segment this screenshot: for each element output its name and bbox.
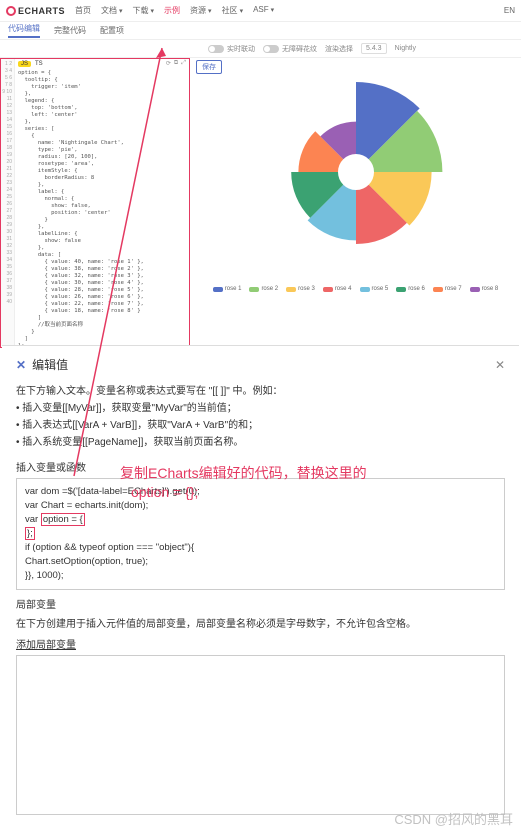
nav-docs[interactable]: 文档 <box>101 5 123 16</box>
expand-icon[interactable]: ⤢ <box>181 60 186 67</box>
line-gutter: 1 2 3 4 5 6 7 8 9 10 11 12 13 14 15 16 1… <box>1 59 15 347</box>
label-insert-var: 插入变量或函数 <box>16 459 505 474</box>
legend-item[interactable]: rose 3 <box>286 286 315 292</box>
close-icon[interactable]: ✕ <box>495 358 505 372</box>
dialog-intro: 在下方输入文本。变量名称或表达式要写在 "[[ ]]" 中。例如：• 插入变量[… <box>16 383 505 451</box>
tab-ts[interactable]: TS <box>35 61 43 67</box>
workspace: 1 2 3 4 5 6 7 8 9 10 11 12 13 14 15 16 1… <box>0 58 521 348</box>
nav-asf[interactable]: ASF <box>253 5 274 16</box>
save-button[interactable]: 保存 <box>196 60 222 74</box>
tab-js[interactable]: JS <box>18 61 31 67</box>
tab-code-edit[interactable]: 代码编辑 <box>8 23 40 38</box>
nav-examples[interactable]: 示例 <box>164 5 180 16</box>
nav-download[interactable]: 下载 <box>133 5 155 16</box>
dialog-header: ✕ 编辑值 ✕ <box>16 356 505 373</box>
nav-community[interactable]: 社区 <box>222 5 244 16</box>
code-editor[interactable]: 1 2 3 4 5 6 7 8 9 10 11 12 13 14 15 16 1… <box>0 58 190 348</box>
edit-value-dialog: ✕ 编辑值 ✕ 在下方输入文本。变量名称或表达式要写在 "[[ ]]" 中。例如… <box>2 345 519 832</box>
sub-tabs: 代码编辑 完整代码 配置项 <box>0 22 521 40</box>
editor-toolbar: ⟳ ⧉ ⤢ <box>166 60 186 67</box>
dialog-icon: ✕ <box>16 358 26 372</box>
legend-item[interactable]: rose 8 <box>470 286 499 292</box>
local-var-box[interactable] <box>16 655 505 815</box>
chart-legend: rose 1 rose 2 rose 3 rose 4 rose 5 rose 6 rose… <box>194 286 517 292</box>
legend-item[interactable]: rose 1 <box>213 286 242 292</box>
tab-options[interactable]: 配置项 <box>100 25 124 36</box>
option-bar: 实时联动 无障碍花纹 渲染选择 5.4.3 Nightly <box>0 40 521 58</box>
chart-preview: 保存 rose 1rose 2rose 3rose 4rose 5rose 6r… <box>190 58 521 348</box>
logo-icon <box>6 6 16 16</box>
logo[interactable]: ECHARTS <box>6 6 65 16</box>
local-var-desc: 在下方创建用于插入元件值的局部变量，局部变量名称必须是字母数字，不允许包含空格。 <box>16 615 505 630</box>
nav-resources[interactable]: 资源 <box>190 5 212 16</box>
legend-item[interactable]: rose 5 <box>360 286 389 292</box>
top-bar: ECHARTS 首页 文档 下载 示例 资源 社区 ASF EN <box>0 0 521 22</box>
label-local-var: 局部变量 <box>16 596 505 611</box>
select-version[interactable]: 5.4.3 <box>361 43 387 54</box>
label-render: 渲染选择 <box>325 44 353 54</box>
toggle-decal[interactable]: 无障碍花纹 <box>263 44 317 54</box>
legend-item[interactable]: rose 7 <box>433 286 462 292</box>
editor-head: JS TS ⟳ ⧉ ⤢ <box>15 59 189 68</box>
dialog-title: 编辑值 <box>32 356 68 373</box>
legend-item[interactable]: rose 2 <box>249 286 278 292</box>
label-channel: Nightly <box>395 45 416 52</box>
logo-text: ECHARTS <box>18 6 65 16</box>
watermark: CSDN @招风的黑耳 <box>394 809 513 828</box>
tab-full-code[interactable]: 完整代码 <box>54 25 86 36</box>
code-input[interactable]: var dom =$('[data-label=ECharts]').get(0… <box>16 478 505 590</box>
legend-item[interactable]: rose 4 <box>323 286 352 292</box>
rose-chart <box>194 72 517 272</box>
toggle-interval[interactable]: 实时联动 <box>208 44 255 54</box>
lang-switch[interactable]: EN <box>504 6 515 15</box>
add-local-var-link[interactable]: 添加局部变量 <box>16 636 505 651</box>
copy-icon[interactable]: ⧉ <box>174 60 178 67</box>
code-area[interactable]: option = { tooltip: { trigger: 'item' },… <box>15 68 189 347</box>
legend-item[interactable]: rose 6 <box>396 286 425 292</box>
refresh-icon[interactable]: ⟳ <box>166 60 171 67</box>
main-nav: 首页 文档 下载 示例 资源 社区 ASF <box>75 5 274 16</box>
nav-home[interactable]: 首页 <box>75 5 91 16</box>
